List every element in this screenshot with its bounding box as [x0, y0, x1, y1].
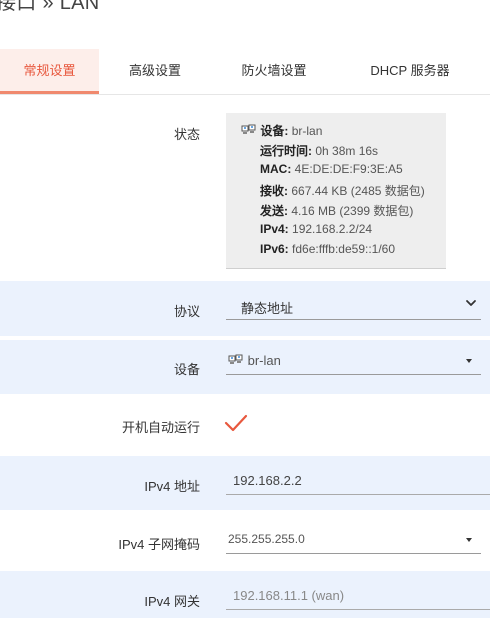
autostart-checkbox[interactable] — [224, 413, 248, 433]
network-device-icon — [228, 354, 243, 364]
status-ipv4-line: IPv4: 192.168.2.2/24 — [260, 222, 372, 236]
caret-down-icon — [466, 538, 472, 542]
checkmark-icon — [224, 414, 248, 432]
status-mac-key: MAC: — [260, 162, 292, 176]
status-tx-value: 4.16 MB (2399 数据包) — [291, 204, 414, 218]
status-uptime-key: 运行时间: — [260, 144, 312, 158]
tab-bar: 常规设置 高级设置 防火墙设置 DHCP 服务器 — [0, 49, 490, 95]
status-uptime-line: 运行时间: 0h 38m 16s — [260, 142, 378, 159]
status-ipv6-value: fd6e:fffb:de59::1/60 — [292, 242, 396, 256]
ipv4-address-value: 192.168.2.2 — [233, 473, 302, 488]
status-ipv4-value: 192.168.2.2/24 — [292, 222, 373, 236]
tab-dhcp-server[interactable]: DHCP 服务器 — [355, 49, 465, 94]
ipv4-netmask-select[interactable]: 255.255.255.0 — [226, 528, 481, 554]
caret-down-icon — [466, 359, 472, 363]
protocol-label: 协议 — [173, 304, 200, 319]
chevron-down-icon — [466, 300, 476, 306]
status-mac-line: MAC: 4E:DE:DE:F9:3E:A5 — [260, 162, 403, 176]
ipv4-netmask-value: 255.255.255.0 — [228, 532, 305, 546]
status-panel: 设备: br-lan 运行时间: 0h 38m 16s MAC: 4E:DE:D… — [226, 113, 446, 269]
ipv4-gateway-placeholder: 192.168.11.1 (wan) — [233, 588, 345, 603]
status-device-key: 设备: — [260, 124, 289, 138]
ipv4-address-input[interactable]: 192.168.2.2 — [226, 469, 490, 495]
status-rx-line: 接收: 667.44 KB (2485 数据包) — [260, 182, 425, 199]
page-title: 接口 » LAN — [0, 0, 100, 14]
protocol-row: 协议 静态地址 — [0, 281, 490, 336]
device-value-wrap: br-lan — [228, 353, 281, 368]
device-row: 设备 br-lan — [0, 340, 490, 394]
network-device-icon — [241, 124, 256, 134]
tab-firewall-settings[interactable]: 防火墙设置 — [224, 49, 324, 94]
status-tx-key: 发送: — [260, 204, 288, 218]
ipv4-address-label: IPv4 地址 — [144, 479, 200, 494]
ipv4-netmask-label: IPv4 子网掩码 — [118, 537, 200, 552]
status-ipv6-key: IPv6: — [260, 242, 289, 256]
tab-advanced-settings[interactable]: 高级设置 — [110, 49, 200, 94]
status-uptime-value: 0h 38m 16s — [315, 144, 379, 158]
status-ipv4-key: IPv4: — [260, 222, 289, 236]
status-rx-key: 接收: — [260, 184, 288, 198]
ipv4-address-row: IPv4 地址 192.168.2.2 — [0, 456, 490, 510]
status-rx-value: 667.44 KB (2485 数据包) — [291, 184, 425, 198]
device-select[interactable]: br-lan — [226, 349, 481, 375]
ipv4-gateway-input[interactable]: 192.168.11.1 (wan) — [226, 584, 490, 610]
protocol-value: 静态地址 — [241, 301, 294, 316]
protocol-select[interactable]: 静态地址 — [226, 294, 481, 320]
status-device-line: 设备: br-lan — [241, 122, 322, 139]
status-tx-line: 发送: 4.16 MB (2399 数据包) — [260, 202, 413, 219]
status-mac-value: 4E:DE:DE:F9:3E:A5 — [294, 162, 403, 176]
tab-general-settings[interactable]: 常规设置 — [0, 49, 99, 94]
ipv4-gateway-label: IPv4 网关 — [144, 594, 200, 609]
device-label: 设备 — [173, 362, 200, 377]
autostart-label: 开机自动运行 — [121, 420, 200, 435]
device-value: br-lan — [247, 353, 281, 368]
status-label: 状态 — [173, 127, 200, 142]
status-device-value: br-lan — [291, 124, 323, 138]
ipv4-gateway-row: IPv4 网关 192.168.11.1 (wan) — [0, 571, 490, 618]
status-ipv6-line: IPv6: fd6e:fffb:de59::1/60 — [260, 242, 395, 256]
